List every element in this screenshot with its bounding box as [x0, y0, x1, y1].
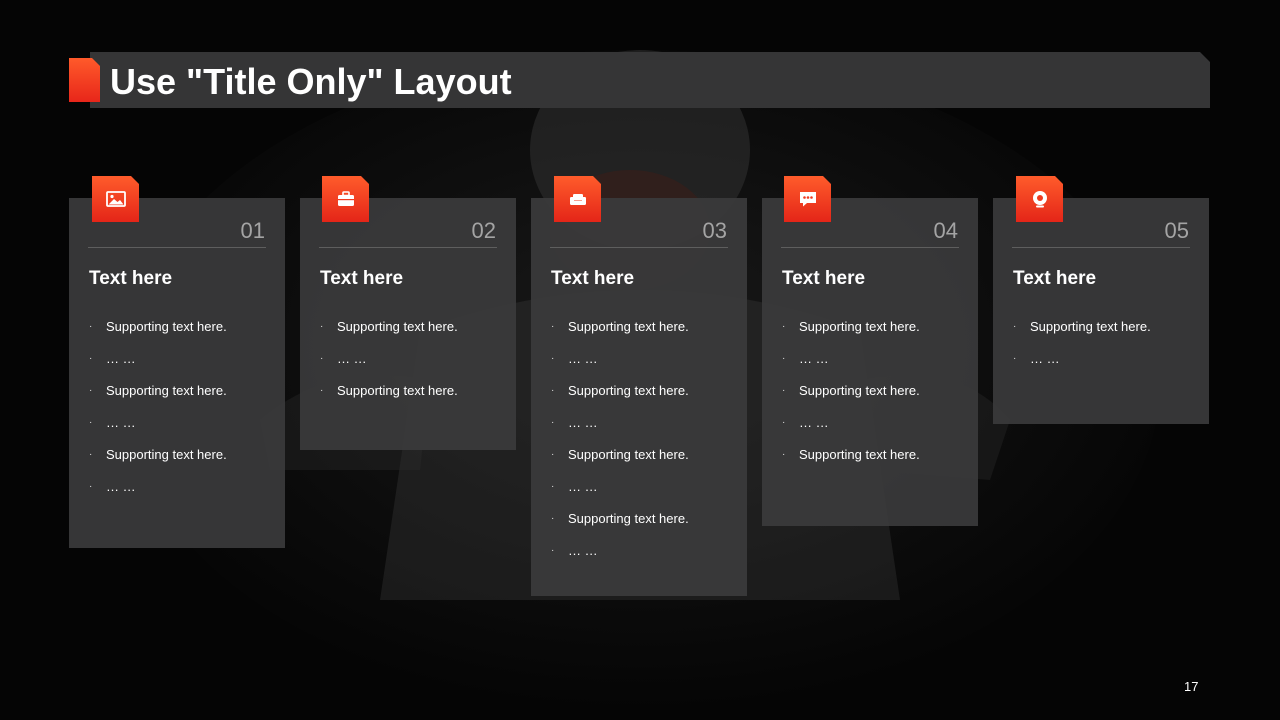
- card-divider: [88, 247, 266, 248]
- card-heading: Text here: [320, 268, 404, 289]
- list-item: ·… …: [89, 479, 136, 494]
- card-item-list: · Supporting text here. ·… … · Supporting …: [782, 312, 920, 472]
- card-divider: [781, 247, 959, 248]
- list-item: · Supporting text here.: [551, 383, 689, 398]
- card-number: 04: [933, 218, 958, 243]
- card-number: 05: [1164, 218, 1189, 243]
- list-item: ·… …: [89, 351, 136, 366]
- card-heading: Text here: [782, 268, 866, 289]
- card-number: 01: [240, 218, 265, 243]
- list-item: ·… …: [551, 351, 598, 366]
- sofa-icon: [554, 176, 601, 222]
- list-item: · Supporting text here.: [782, 319, 920, 334]
- list-item: · Supporting text here.: [551, 511, 689, 526]
- list-item: · Supporting text here.: [89, 447, 227, 462]
- feature-card-05: 05 Text here · Supporting text here. ·… …: [993, 198, 1209, 424]
- list-item: ·… …: [551, 479, 598, 494]
- card-heading: Text here: [89, 268, 173, 289]
- card-item-list: · Supporting text here. ·… …: [1013, 312, 1151, 376]
- webcam-icon: [1016, 176, 1063, 222]
- chat-bubble-icon: [784, 176, 831, 222]
- list-item: · Supporting text here.: [320, 383, 458, 398]
- list-item: ·… …: [782, 415, 829, 430]
- list-item: ·… …: [782, 351, 829, 366]
- list-item: ·… …: [551, 543, 598, 558]
- list-item: ·… …: [1013, 351, 1060, 366]
- list-item: ·… …: [551, 415, 598, 430]
- feature-card-04: 04 Text here · Supporting text here. ·… ……: [762, 198, 978, 526]
- list-item: ·… …: [320, 351, 367, 366]
- card-item-list: · Supporting text here. ·… … · Supporting …: [551, 312, 689, 568]
- card-number: 02: [471, 218, 496, 243]
- feature-card-01: 01 Text here · Supporting text here. ·… ……: [69, 198, 285, 548]
- card-divider: [319, 247, 497, 248]
- card-item-list: · Supporting text here. ·… … · Supporting …: [320, 312, 458, 408]
- page-number: 17: [1184, 679, 1199, 694]
- list-item: · Supporting text here.: [782, 447, 920, 462]
- list-item: · Supporting text here.: [89, 383, 227, 398]
- title-accent-bar: [69, 58, 100, 102]
- card-divider: [1012, 247, 1190, 248]
- list-item: · Supporting text here.: [782, 383, 920, 398]
- feature-card-03: 03 Text here · Supporting text here. ·… ……: [531, 198, 747, 596]
- card-item-list: · Supporting text here. ·… … · Supporting …: [89, 312, 227, 504]
- card-divider: [550, 247, 728, 248]
- image-icon: [92, 176, 139, 222]
- slide-title: Use "Title Only" Layout: [110, 61, 512, 102]
- card-heading: Text here: [1013, 268, 1097, 289]
- list-item: · Supporting text here.: [89, 319, 227, 334]
- card-heading: Text here: [551, 268, 635, 289]
- list-item: · Supporting text here.: [551, 447, 689, 462]
- list-item: ·… …: [89, 415, 136, 430]
- card-number: 03: [702, 218, 727, 243]
- briefcase-icon: [322, 176, 369, 222]
- list-item: · Supporting text here.: [551, 319, 689, 334]
- feature-card-02: 02 Text here · Supporting text here. ·… ……: [300, 198, 516, 450]
- list-item: · Supporting text here.: [1013, 319, 1151, 334]
- list-item: · Supporting text here.: [320, 319, 458, 334]
